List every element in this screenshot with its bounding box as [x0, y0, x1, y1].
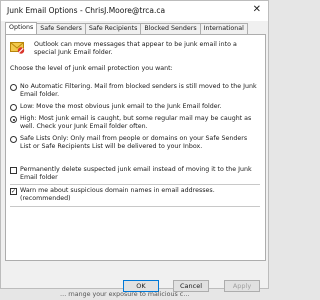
tab-international[interactable]: International [199, 23, 248, 34]
radio-label: Safe Lists Only: Only mail from people o… [20, 135, 248, 150]
radio-low[interactable]: Low: Move the most obvious junk email to… [10, 103, 260, 112]
checkbox-warn-suspicious-domains[interactable]: ✓ Warn me about suspicious domain names … [10, 187, 260, 204]
radio-button[interactable] [10, 104, 17, 111]
divider [10, 206, 260, 207]
tab-safe-senders[interactable]: Safe Senders [36, 23, 86, 34]
radio-high[interactable]: High: Most junk email is caught, but som… [10, 115, 260, 132]
radio-button[interactable] [10, 84, 17, 91]
radio-label: High: Most junk email is caught, but som… [20, 115, 252, 130]
radio-button-selected[interactable] [10, 116, 17, 123]
checkbox[interactable] [10, 167, 17, 174]
divider [10, 184, 260, 185]
window-title: Junk Email Options - ChrisJ.Moore@trca.c… [7, 6, 166, 15]
tab-strip: Options Safe Senders Safe Recipients Blo… [5, 22, 248, 34]
checkbox-checked[interactable]: ✓ [10, 188, 17, 195]
tab-safe-recipients[interactable]: Safe Recipients [84, 23, 142, 34]
tab-options[interactable]: Options [5, 22, 38, 34]
checkbox-permanently-delete[interactable]: Permanently delete suspected junk email … [10, 166, 260, 183]
protection-level-prompt: Choose the level of junk email protectio… [10, 65, 173, 72]
apply-button[interactable]: Apply [224, 280, 260, 292]
radio-safe-lists-only[interactable]: Safe Lists Only: Only mail from people o… [10, 135, 260, 160]
radio-label: No Automatic Filtering. Mail from blocke… [20, 83, 257, 98]
radio-label: Low: Move the most obvious junk email to… [20, 103, 222, 110]
background-text: … rnange your exposure to malicious c… [60, 291, 190, 298]
intro-text: Outlook can move messages that appear to… [34, 41, 237, 56]
junk-email-options-dialog: Junk Email Options - ChrisJ.Moore@trca.c… [0, 0, 269, 292]
close-icon[interactable]: ✕ [253, 4, 261, 16]
tab-blocked-senders[interactable]: Blocked Senders [140, 23, 201, 34]
radio-button[interactable] [10, 136, 17, 143]
checkbox-label: Permanently delete suspected junk email … [20, 166, 252, 181]
junk-email-envelope-icon [10, 42, 25, 54]
checkbox-label: Warn me about suspicious domain names in… [20, 187, 215, 202]
title-bar: Junk Email Options - ChrisJ.Moore@trca.c… [1, 1, 268, 21]
radio-no-automatic-filtering[interactable]: No Automatic Filtering. Mail from blocke… [10, 83, 260, 100]
